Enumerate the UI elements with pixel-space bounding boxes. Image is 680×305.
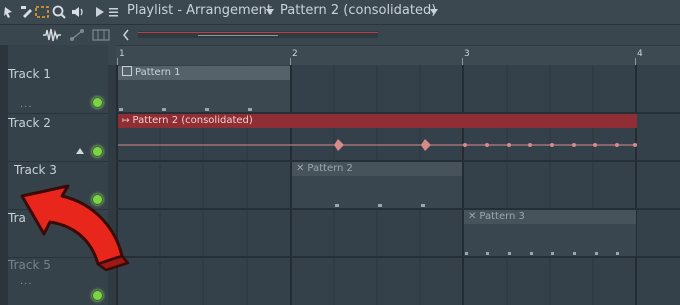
- pattern-selector[interactable]: Pattern 2 (consolidated): [280, 3, 436, 18]
- muted-x-icon: ✕: [468, 211, 477, 222]
- clip-header: Pattern 1: [118, 66, 290, 80]
- pattern-clip[interactable]: Pattern 1: [118, 66, 290, 112]
- playlist-grid[interactable]: Pattern 1 ↦ Pattern 2 (consolidated) ✕ Pat…: [116, 65, 680, 305]
- playlist-title: Playlist - Arrangement: [127, 3, 272, 18]
- track-label: Track 1: [8, 67, 51, 81]
- audio-clip-icon: ↦: [122, 116, 130, 126]
- clip-label: Pattern 2 (consolidated): [132, 115, 253, 126]
- overview-clip-line: [138, 32, 378, 33]
- tool-row: [0, 25, 680, 45]
- track-enable-led[interactable]: [92, 97, 103, 108]
- snap-icon[interactable]: [2, 4, 18, 20]
- waveform-icon[interactable]: [42, 27, 62, 43]
- chevron-down-icon[interactable]: [430, 9, 438, 15]
- timeline-ruler[interactable]: 1 2 3 4: [116, 46, 680, 66]
- track-options[interactable]: ...: [20, 99, 33, 110]
- piano-icon[interactable]: [92, 27, 110, 43]
- zoom-icon[interactable]: [51, 4, 67, 20]
- audio-waveform: [118, 139, 637, 151]
- clip-header: ✕ Pattern 3: [464, 210, 636, 224]
- pattern-clip[interactable]: ✕ Pattern 2: [292, 162, 462, 208]
- clip-notes: [335, 204, 425, 207]
- menu-lines-icon[interactable]: [106, 4, 122, 20]
- clip-notes: [119, 108, 252, 111]
- chevron-down-icon[interactable]: [266, 9, 274, 15]
- paint-mode-icon[interactable]: [19, 4, 35, 20]
- track-enable-led[interactable]: [92, 146, 103, 157]
- track-header-1[interactable]: Track 1 ...: [8, 65, 108, 113]
- clip-header: ✕ Pattern 2: [292, 162, 462, 176]
- collapse-triangle-icon[interactable]: [76, 148, 84, 154]
- pattern-clip[interactable]: ✕ Pattern 3: [464, 210, 636, 256]
- track-options[interactable]: ...: [20, 276, 33, 287]
- pattern-icon: [122, 66, 132, 76]
- track-header-2[interactable]: Track 2: [8, 114, 108, 161]
- clip-notes: [465, 252, 619, 255]
- track-enable-led[interactable]: [92, 290, 103, 301]
- chevron-left-icon[interactable]: [121, 28, 131, 42]
- bar-number: 2: [292, 49, 298, 59]
- select-mode-icon[interactable]: [34, 4, 50, 20]
- clip-header: ↦ Pattern 2 (consolidated): [118, 114, 637, 128]
- bar-number: 1: [119, 49, 125, 59]
- bar-number: 4: [637, 49, 643, 59]
- muted-x-icon: ✕: [296, 163, 305, 174]
- title-bar: Playlist - Arrangement Pattern 2 (consol…: [0, 0, 680, 25]
- bar-number: 3: [464, 49, 470, 59]
- scroll-overview[interactable]: [138, 31, 378, 38]
- speaker-icon[interactable]: [70, 4, 86, 20]
- clip-label: Pattern 3: [479, 211, 525, 222]
- clip-label: Pattern 2: [307, 163, 353, 174]
- overview-clip-line: [198, 35, 278, 36]
- clip-label: Pattern 1: [135, 67, 181, 78]
- audio-clip[interactable]: ↦ Pattern 2 (consolidated): [118, 114, 637, 160]
- automation-icon[interactable]: [68, 27, 86, 43]
- track-label: Track 2: [8, 116, 51, 130]
- curved-arrow-icon: [20, 184, 130, 272]
